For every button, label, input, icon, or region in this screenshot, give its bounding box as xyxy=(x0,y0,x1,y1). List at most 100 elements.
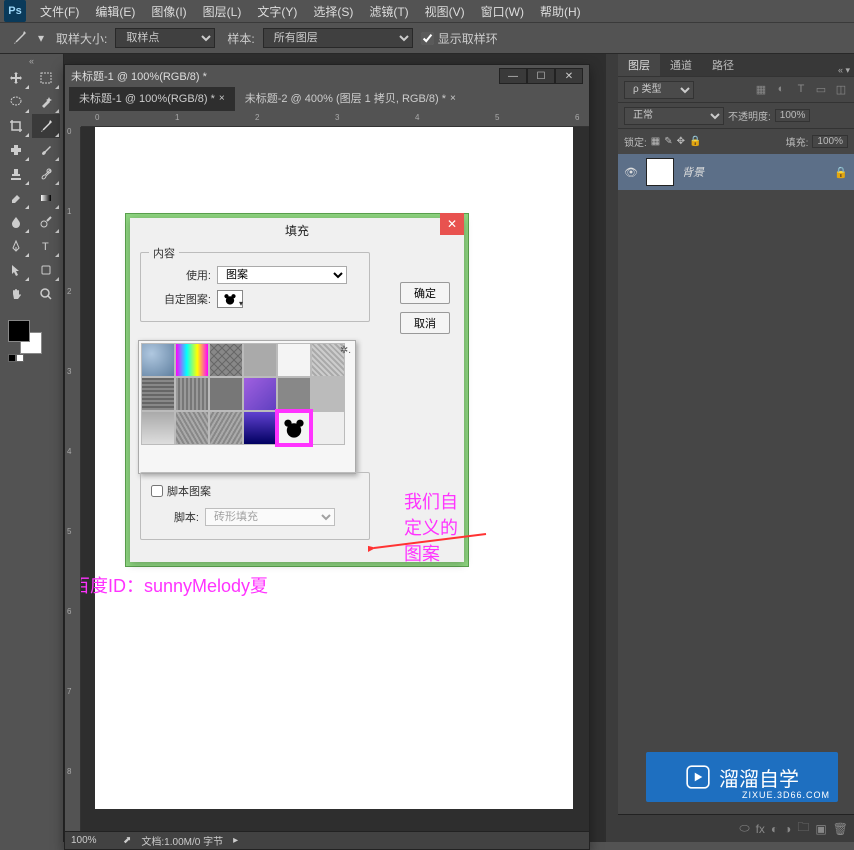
layer-name[interactable]: 背景 xyxy=(682,164,704,180)
filter-smart-icon[interactable]: ◫ xyxy=(834,83,848,96)
document-tab-2[interactable]: 未标题-2 @ 400% (图层 1 拷贝, RGB/8) *× xyxy=(235,87,466,111)
zoom-tool[interactable] xyxy=(32,282,60,306)
pattern-swatch[interactable] xyxy=(175,343,209,377)
menu-window[interactable]: 窗口(W) xyxy=(473,1,532,22)
pattern-swatch[interactable] xyxy=(277,343,311,377)
pattern-preview-dropdown[interactable] xyxy=(217,290,243,308)
layer-mask-icon[interactable]: ◐ xyxy=(771,822,778,836)
menu-edit[interactable]: 编辑(E) xyxy=(87,1,143,22)
use-select[interactable]: 图案 xyxy=(217,266,347,284)
document-titlebar[interactable]: 未标题-1 @ 100%(RGB/8) * — ☐ ✕ xyxy=(65,65,589,87)
layer-thumbnail[interactable] xyxy=(646,158,674,186)
pattern-swatch[interactable] xyxy=(277,377,311,411)
hand-tool[interactable] xyxy=(2,282,30,306)
blend-mode-select[interactable]: 正常 xyxy=(624,107,724,125)
layer-row-background[interactable]: 👁 背景 🔒 xyxy=(618,154,854,190)
dialog-titlebar[interactable]: 填充 ✕ xyxy=(130,218,464,242)
shape-tool[interactable] xyxy=(32,258,60,282)
zoom-level[interactable]: 100% xyxy=(71,835,113,846)
blur-tool[interactable] xyxy=(2,210,30,234)
minimize-button[interactable]: — xyxy=(499,68,527,84)
gear-icon[interactable]: ✲. xyxy=(340,345,351,356)
show-ring-checkbox[interactable]: 显示取样环 xyxy=(421,30,498,47)
filter-shape-icon[interactable]: ▭ xyxy=(814,83,828,96)
pattern-swatch-custom[interactable] xyxy=(277,411,311,445)
pen-tool[interactable] xyxy=(2,234,30,258)
brush-tool[interactable] xyxy=(32,138,60,162)
tab-channels[interactable]: 通道 xyxy=(660,54,702,76)
foreground-color-swatch[interactable] xyxy=(8,320,30,342)
menu-type[interactable]: 文字(Y) xyxy=(249,1,305,22)
pattern-swatch[interactable] xyxy=(243,343,277,377)
canvas[interactable]: 填充 ✕ 确定 取消 内容 xyxy=(81,127,589,831)
filter-pixel-icon[interactable]: ▦ xyxy=(754,83,768,96)
menu-select[interactable]: 选择(S) xyxy=(305,1,361,22)
ruler-vertical[interactable]: 0 1 2 3 4 5 6 7 8 xyxy=(65,127,81,831)
marquee-tool[interactable] xyxy=(32,66,60,90)
tab-paths[interactable]: 路径 xyxy=(702,54,744,76)
delete-layer-icon[interactable]: 🗑 xyxy=(833,822,848,836)
pattern-swatch[interactable] xyxy=(141,411,175,445)
pattern-swatch[interactable] xyxy=(311,411,345,445)
fill-value[interactable]: 100% xyxy=(812,135,848,148)
eyedropper-tool[interactable] xyxy=(32,114,60,138)
sample-size-select[interactable]: 取样点 xyxy=(115,28,215,48)
menu-image[interactable]: 图像(I) xyxy=(143,1,194,22)
cancel-button[interactable]: 取消 xyxy=(400,312,450,334)
lasso-tool[interactable] xyxy=(2,90,30,114)
eyedropper-tool-icon[interactable] xyxy=(8,27,30,49)
document-tab-1[interactable]: 未标题-1 @ 100%(RGB/8) *× xyxy=(69,87,235,111)
opacity-value[interactable]: 100% xyxy=(775,109,811,122)
pattern-swatch[interactable] xyxy=(141,377,175,411)
color-swatches[interactable] xyxy=(2,316,61,366)
lock-position-icon[interactable]: ✥ xyxy=(677,136,685,147)
lock-paint-icon[interactable]: ✎ xyxy=(664,136,672,147)
pattern-swatch[interactable] xyxy=(209,377,243,411)
wand-tool[interactable] xyxy=(32,90,60,114)
tab-close-icon[interactable]: × xyxy=(219,93,225,104)
stamp-tool[interactable] xyxy=(2,162,30,186)
ok-button[interactable]: 确定 xyxy=(400,282,450,304)
new-layer-icon[interactable]: ▣ xyxy=(815,822,826,836)
lock-all-icon[interactable]: 🔒 xyxy=(689,136,701,147)
pattern-swatch[interactable] xyxy=(243,411,277,445)
filter-adjust-icon[interactable]: ◐ xyxy=(774,83,788,96)
move-tool[interactable] xyxy=(2,66,30,90)
menu-layer[interactable]: 图层(L) xyxy=(195,1,250,22)
menu-file[interactable]: 文件(F) xyxy=(32,1,87,22)
dialog-close-button[interactable]: ✕ xyxy=(440,213,464,235)
crop-tool[interactable] xyxy=(2,114,30,138)
type-tool[interactable]: T xyxy=(32,234,60,258)
dodge-tool[interactable] xyxy=(32,210,60,234)
visibility-toggle-icon[interactable]: 👁 xyxy=(624,166,638,179)
pattern-swatch[interactable] xyxy=(311,377,345,411)
path-select-tool[interactable] xyxy=(2,258,30,282)
sample-select[interactable]: 所有图层 xyxy=(263,28,413,48)
script-pattern-checkbox[interactable]: 脚本图案 xyxy=(151,483,359,499)
menu-help[interactable]: 帮助(H) xyxy=(532,1,589,22)
tab-close-icon[interactable]: × xyxy=(450,93,456,104)
show-ring-input[interactable] xyxy=(421,32,434,45)
gradient-tool[interactable] xyxy=(32,186,60,210)
adjustment-layer-icon[interactable]: ◑ xyxy=(784,822,791,836)
filter-type-icon[interactable]: T xyxy=(794,83,808,96)
menu-view[interactable]: 视图(V) xyxy=(417,1,473,22)
new-group-icon[interactable]: 🗀 xyxy=(797,818,809,839)
lock-transparent-icon[interactable]: ▦ xyxy=(651,136,660,147)
tab-layers[interactable]: 图层 xyxy=(618,54,660,76)
pattern-swatch[interactable] xyxy=(141,343,175,377)
pattern-swatch[interactable] xyxy=(209,411,243,445)
pattern-swatch[interactable] xyxy=(175,377,209,411)
pattern-swatch[interactable] xyxy=(175,411,209,445)
chevron-right-icon[interactable]: ▸ xyxy=(233,835,238,846)
layer-kind-filter[interactable]: ρ 类型 xyxy=(624,81,694,99)
close-button[interactable]: ✕ xyxy=(555,68,583,84)
ruler-horizontal[interactable]: 0 1 2 3 4 5 6 xyxy=(81,111,589,127)
eraser-tool[interactable] xyxy=(2,186,30,210)
link-layers-icon[interactable]: ⬭ xyxy=(739,821,749,836)
maximize-button[interactable]: ☐ xyxy=(527,68,555,84)
pattern-swatch[interactable] xyxy=(243,377,277,411)
heal-tool[interactable] xyxy=(2,138,30,162)
menu-filter[interactable]: 滤镜(T) xyxy=(361,1,416,22)
expand-icon[interactable]: ⬈ xyxy=(123,835,131,846)
